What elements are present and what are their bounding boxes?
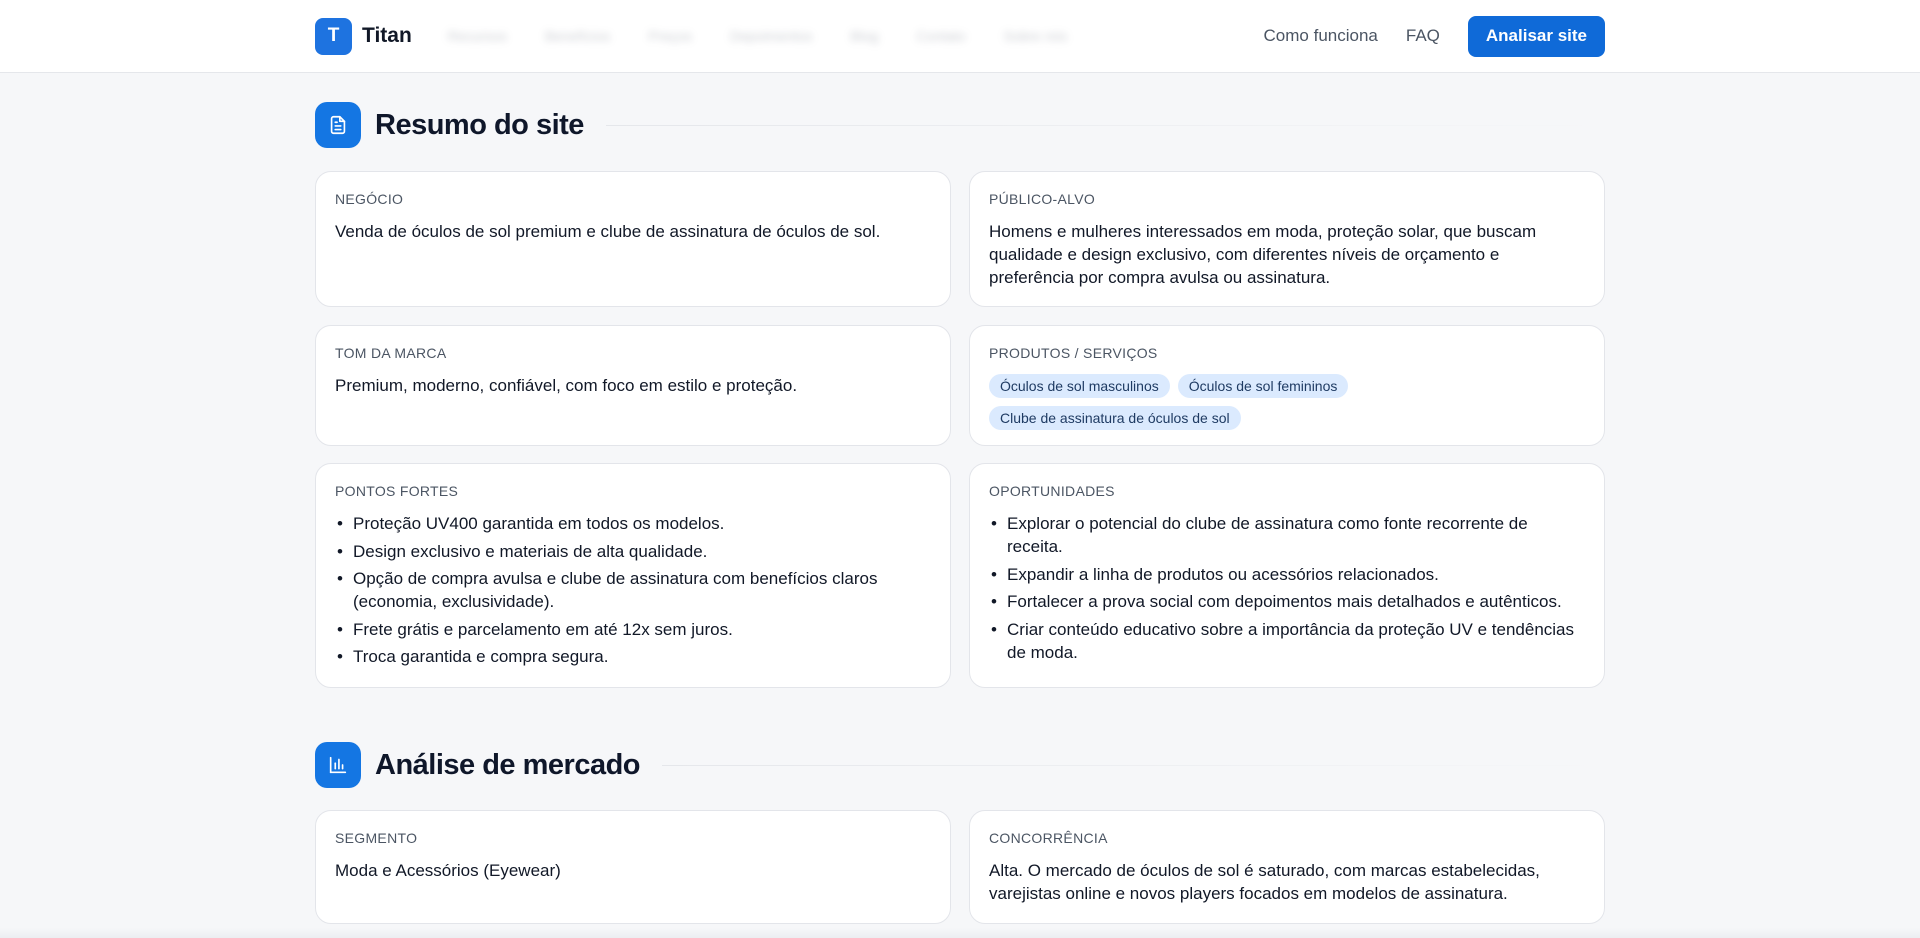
card-produtos-servicos: PRODUTOS / SERVIÇOS Óculos de sol mascul… bbox=[969, 325, 1605, 446]
card-label: PONTOS FORTES bbox=[335, 483, 459, 499]
card-negocio: NEGÓCIO Venda de óculos de sol premium e… bbox=[315, 171, 951, 307]
list-item: Expandir a linha de produtos ou acessóri… bbox=[989, 563, 1585, 586]
logo-mark: T bbox=[315, 17, 352, 55]
top-navbar: T Titan Recursos Benefícios Preços Depoi… bbox=[0, 0, 1920, 73]
brand-logo-link[interactable]: T Titan bbox=[315, 17, 412, 55]
blurred-nav-item: Benefícios bbox=[544, 28, 611, 44]
list-item: Frete grátis e parcelamento em até 12x s… bbox=[335, 618, 931, 641]
mercado-section: Análise de mercado SEGMENTO Moda e Acess… bbox=[315, 742, 1605, 924]
card-text: Homens e mulheres interessados em moda, … bbox=[989, 222, 1537, 287]
card-segmento: SEGMENTO Moda e Acessórios (Eyewear) bbox=[315, 810, 951, 924]
section-title: Análise de mercado bbox=[375, 748, 641, 781]
blurred-nav-item: Blog bbox=[850, 28, 879, 44]
card-label: TOM DA MARCA bbox=[335, 345, 447, 361]
section-divider bbox=[605, 124, 1605, 126]
card-text: Premium, moderno, confiável, com foco em… bbox=[335, 376, 798, 395]
blurred-nav-item: Contato bbox=[916, 28, 966, 44]
bar-chart-icon bbox=[315, 742, 361, 788]
card-label: PRODUTOS / SERVIÇOS bbox=[989, 345, 1158, 361]
card-oportunidades: OPORTUNIDADES Explorar o potencial do cl… bbox=[969, 463, 1605, 688]
section-header: Análise de mercado bbox=[315, 742, 1605, 788]
blurred-nav-item: Preços bbox=[648, 28, 692, 44]
card-text: Venda de óculos de sol premium e clube d… bbox=[335, 222, 881, 241]
tag-list: Óculos de sol masculinos Óculos de sol f… bbox=[989, 374, 1409, 430]
card-label: PÚBLICO-ALVO bbox=[989, 191, 1096, 207]
card-tom-da-marca: TOM DA MARCA Premium, moderno, confiável… bbox=[315, 325, 951, 446]
card-text: Alta. O mercado de óculos de sol é satur… bbox=[989, 861, 1540, 903]
card-publico-alvo: PÚBLICO-ALVO Homens e mulheres interessa… bbox=[969, 171, 1605, 307]
card-concorrencia: CONCORRÊNCIA Alta. O mercado de óculos d… bbox=[969, 810, 1605, 924]
list-item: Criar conteúdo educativo sobre a importâ… bbox=[989, 618, 1585, 664]
list-item: Troca garantida e compra segura. bbox=[335, 645, 931, 668]
product-tag: Óculos de sol femininos bbox=[1177, 374, 1349, 398]
bottom-fade bbox=[0, 928, 1920, 938]
blurred-nav-item: Sobre nós bbox=[1003, 28, 1068, 44]
section-header: Resumo do site bbox=[315, 102, 1605, 148]
resumo-section: Resumo do site NEGÓCIO Venda de óculos d… bbox=[315, 102, 1605, 692]
card-label: OPORTUNIDADES bbox=[989, 483, 1115, 499]
section-title: Resumo do site bbox=[375, 108, 584, 141]
list-item: Proteção UV400 garantida em todos os mod… bbox=[335, 512, 931, 535]
card-pontos-fortes: PONTOS FORTES Proteção UV400 garantida e… bbox=[315, 463, 951, 688]
nav-link-faq[interactable]: FAQ bbox=[1406, 26, 1440, 46]
card-label: NEGÓCIO bbox=[335, 191, 404, 207]
nav-link-como-funciona[interactable]: Como funciona bbox=[1264, 26, 1378, 46]
brand-name: Titan bbox=[362, 24, 412, 47]
blurred-nav-item: Depoimentos bbox=[729, 28, 813, 44]
product-tag: Clube de assinatura de óculos de sol bbox=[989, 406, 1241, 430]
analisar-site-button[interactable]: Analisar site bbox=[1467, 15, 1605, 57]
list-item: Design exclusivo e materiais de alta qua… bbox=[335, 540, 931, 563]
bullet-list: Proteção UV400 garantida em todos os mod… bbox=[335, 512, 931, 668]
list-item: Fortalecer a prova social com depoimento… bbox=[989, 590, 1585, 613]
document-icon bbox=[315, 102, 361, 148]
blurred-nav: Recursos Benefícios Preços Depoimentos B… bbox=[448, 28, 1068, 44]
list-item: Explorar o potencial do clube de assinat… bbox=[989, 512, 1585, 558]
list-item: Opção de compra avulsa e clube de assina… bbox=[335, 567, 931, 613]
product-tag: Óculos de sol masculinos bbox=[989, 374, 1170, 398]
card-label: SEGMENTO bbox=[335, 830, 418, 846]
bullet-list: Explorar o potencial do clube de assinat… bbox=[989, 512, 1585, 664]
card-label: CONCORRÊNCIA bbox=[989, 830, 1108, 846]
section-divider bbox=[662, 764, 1605, 766]
card-text: Moda e Acessórios (Eyewear) bbox=[335, 861, 561, 880]
blurred-nav-item: Recursos bbox=[447, 28, 507, 44]
